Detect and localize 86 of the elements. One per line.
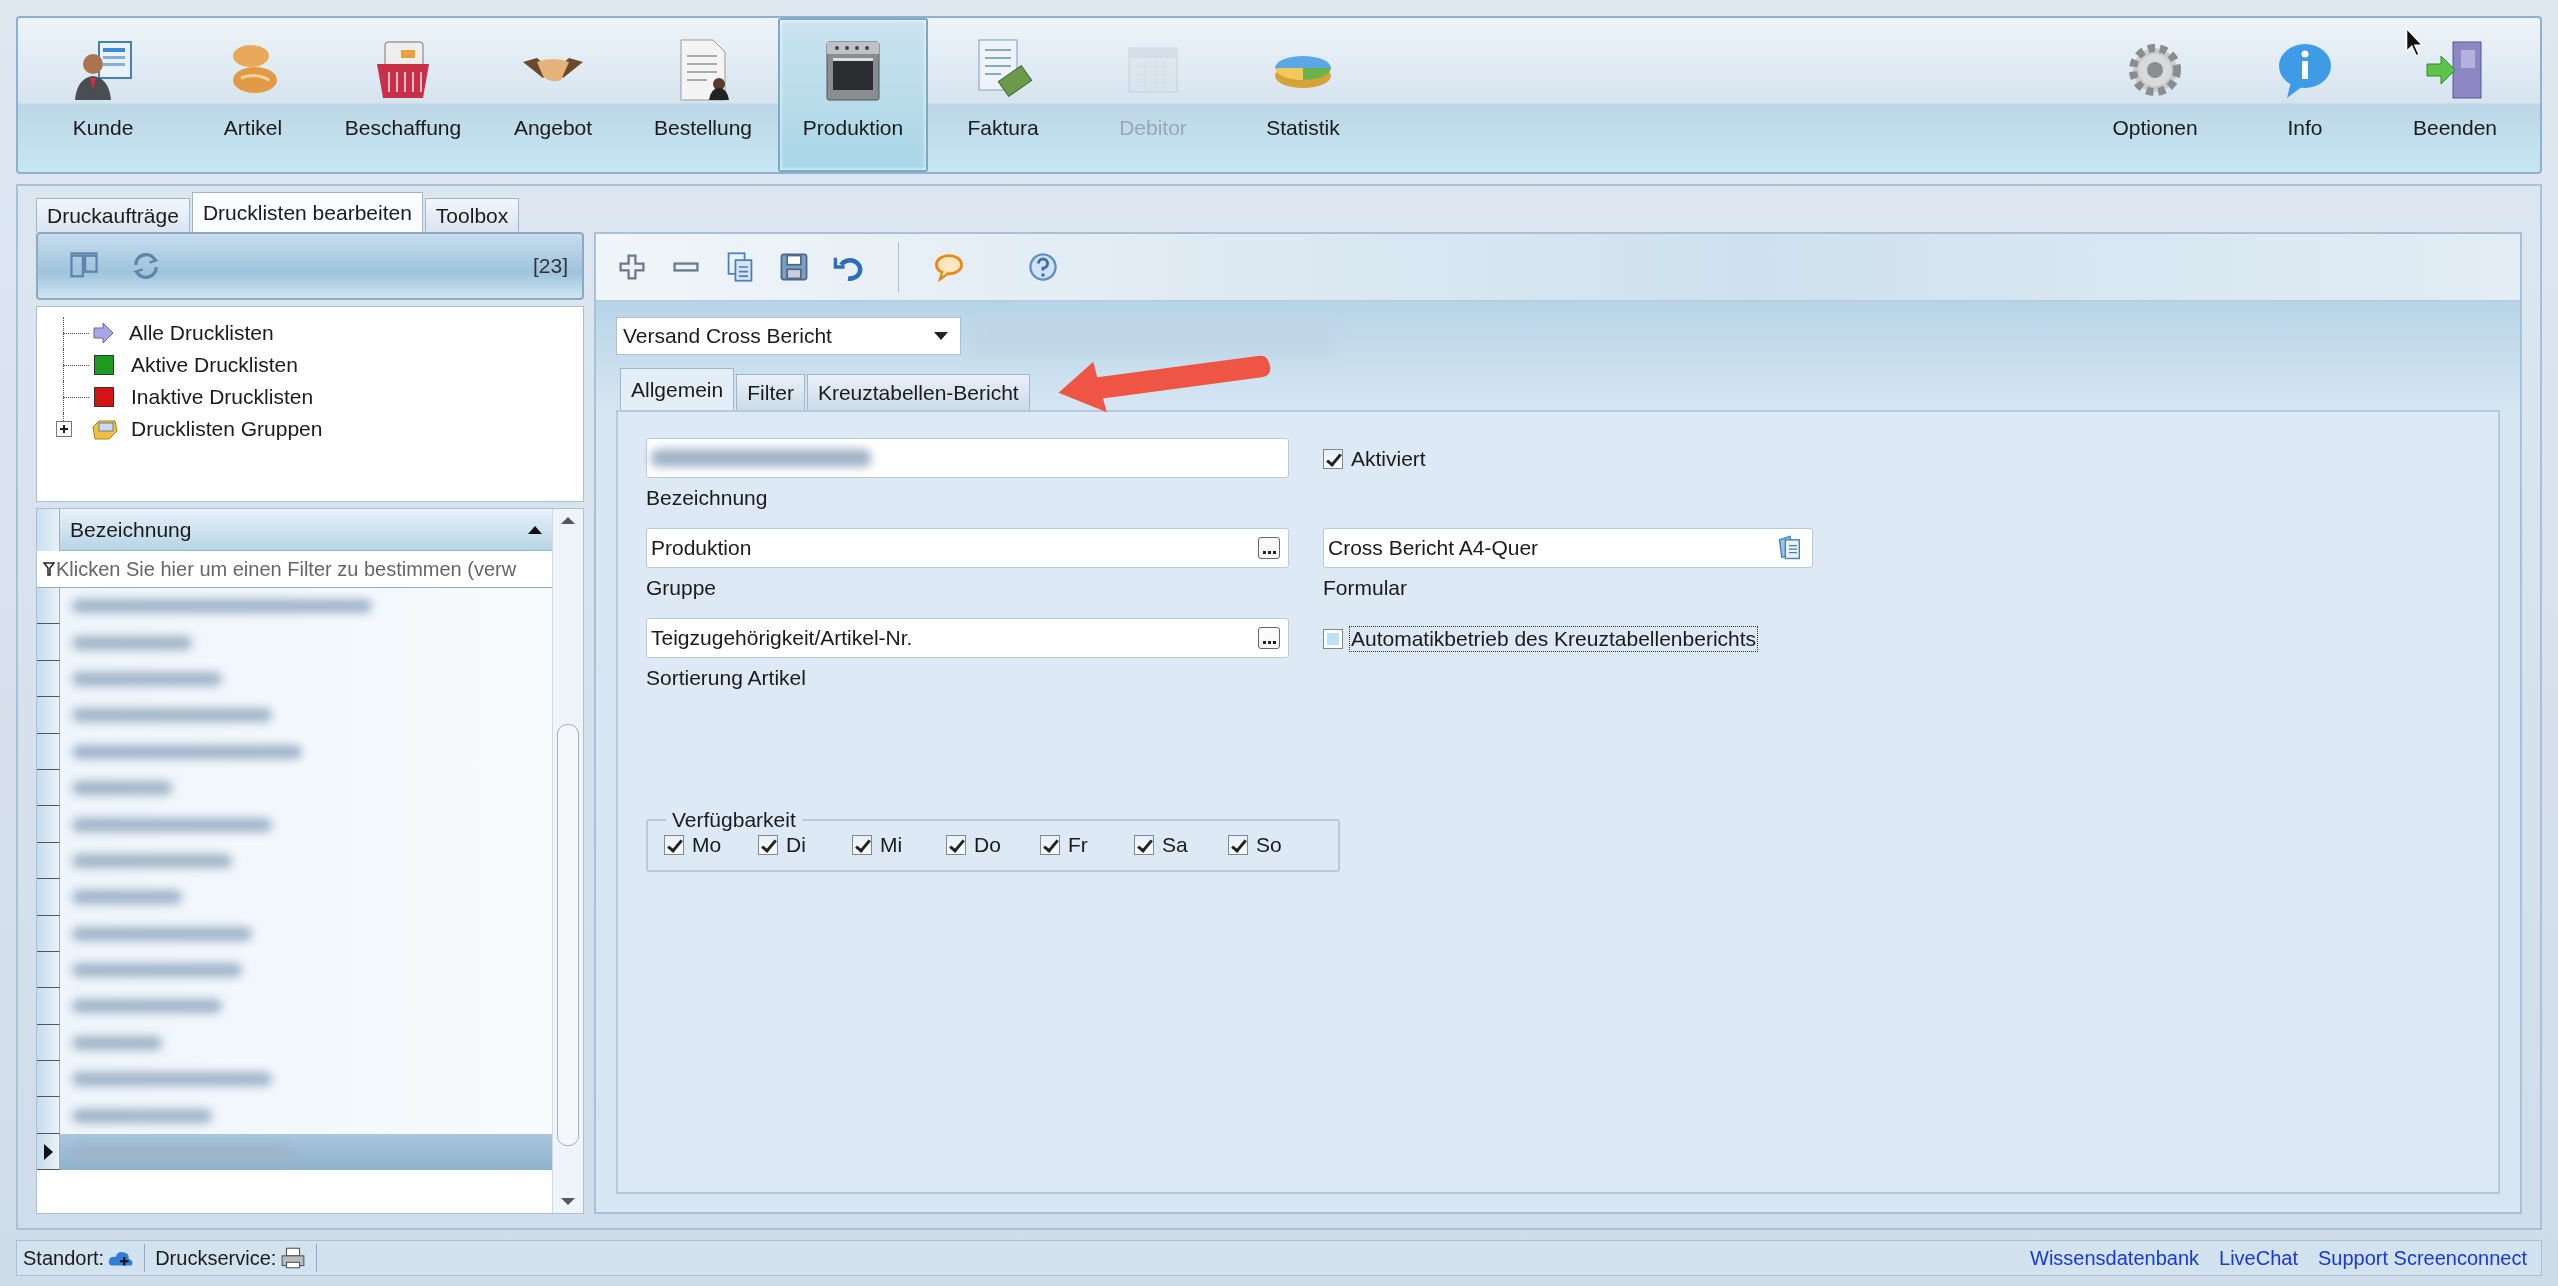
row-indicator[interactable]	[37, 660, 60, 698]
checkbox-label[interactable]: Mi	[878, 832, 905, 858]
checkbox[interactable]	[1323, 449, 1343, 469]
tree-item[interactable]: Aktive Drucklisten	[131, 353, 298, 377]
help-icon[interactable]	[1027, 251, 1059, 283]
ribbon-button[interactable]: Optionen	[2080, 18, 2230, 172]
status-link[interactable]: Wissensdatenbank	[2030, 1246, 2200, 1270]
row-indicator[interactable]	[37, 806, 60, 843]
ribbon-button[interactable]: Artikel	[178, 18, 328, 172]
ribbon-button[interactable]: Faktura	[928, 18, 1078, 172]
tab[interactable]: Kreuztabellen-Bericht	[806, 374, 1030, 410]
filter-icon[interactable]	[43, 562, 55, 576]
row-indicator[interactable]	[37, 1024, 60, 1062]
group-title: Verfügbarkeit	[671, 808, 797, 832]
checkbox-label[interactable]: Sa	[1160, 832, 1190, 858]
row-indicator[interactable]	[37, 988, 60, 1025]
name-field[interactable]	[646, 438, 1289, 478]
tree-item[interactable]: Inaktive Drucklisten	[131, 385, 314, 409]
row-indicator[interactable]	[37, 769, 60, 807]
checkbox[interactable]	[1323, 629, 1343, 649]
row-indicator[interactable]	[37, 879, 60, 916]
row-indicator[interactable]	[37, 1061, 60, 1098]
checkbox-label[interactable]: Di	[784, 832, 808, 858]
tree-item[interactable]: Drucklisten Gruppen	[131, 417, 323, 441]
status-link[interactable]: Support Screenconnect	[2317, 1246, 2527, 1270]
row-indicator[interactable]	[37, 624, 60, 661]
checkbox[interactable]	[1134, 835, 1154, 855]
add-icon[interactable]	[616, 251, 648, 283]
sorting-field[interactable]: Teigzugehörigkeit/Artikel-Nr.	[646, 618, 1289, 658]
tab[interactable]: Toolbox	[424, 198, 520, 232]
ribbon-button[interactable]: Produktion	[778, 18, 928, 172]
field-label: Formular	[1323, 576, 1408, 600]
tab[interactable]: Druckaufträge	[36, 198, 190, 232]
field-label: Sortierung Artikel	[646, 666, 807, 690]
caret-icon	[934, 332, 948, 340]
status-label: Druckservice:	[155, 1246, 277, 1270]
mouse-cursor-icon	[2404, 26, 2426, 58]
row-header-corner	[37, 509, 60, 551]
ribbon-button[interactable]: Kunde	[28, 18, 178, 172]
scrollbar[interactable]	[552, 509, 583, 1213]
checkbox[interactable]	[758, 835, 778, 855]
tab[interactable]: Filter	[736, 374, 805, 410]
ribbon-button[interactable]: Beenden	[2380, 18, 2530, 172]
row-indicator[interactable]	[37, 842, 60, 880]
checkbox[interactable]	[946, 835, 966, 855]
group-field[interactable]: Produktion	[646, 528, 1289, 568]
checkbox[interactable]	[852, 835, 872, 855]
status-label: Standort:	[23, 1246, 105, 1270]
tab[interactable]: Drucklisten bearbeiten	[191, 192, 423, 232]
ribbon-button[interactable]: Info	[2230, 18, 2380, 172]
row-indicator[interactable]	[37, 1097, 60, 1134]
tab[interactable]: Allgemein	[620, 368, 735, 410]
row-indicator[interactable]	[37, 1133, 60, 1171]
status-link[interactable]: LiveChat	[2219, 1246, 2298, 1270]
checkbox-label[interactable]: So	[1254, 832, 1284, 858]
form-template-field[interactable]: Cross Bericht A4-Quer	[1323, 528, 1813, 568]
field-label: Bezeichnung	[646, 486, 769, 510]
row-indicator[interactable]	[37, 915, 60, 952]
checkbox-label[interactable]: Aktiviert	[1349, 446, 1428, 472]
checkbox-label[interactable]: Mo	[690, 832, 724, 858]
checkbox[interactable]	[664, 835, 684, 855]
folder-stack-icon	[91, 417, 119, 441]
save-icon[interactable]	[778, 251, 810, 283]
checkbox[interactable]	[1040, 835, 1060, 855]
filter-row[interactable]: Klicken Sie hier um einen Filter zu bestimmen (verw	[56, 557, 517, 581]
printer-icon	[280, 1247, 307, 1269]
browse-button[interactable]	[1258, 627, 1280, 649]
checkbox-label[interactable]: Automatikbetrieb des Kreuztabellenberichts	[1349, 626, 1759, 652]
ribbon-button[interactable]: Statistik	[1228, 18, 1378, 172]
checkbox-label[interactable]: Do	[972, 832, 1003, 858]
row-indicator[interactable]	[37, 733, 60, 770]
row-indicator[interactable]	[37, 951, 60, 989]
record-count: [23]	[532, 254, 568, 278]
ribbon-button[interactable]: Bestellung	[628, 18, 778, 172]
tree-item[interactable]: Alle Drucklisten	[129, 321, 274, 345]
field-label: Gruppe	[646, 576, 718, 600]
ribbon-button[interactable]: Beschaffung	[328, 18, 478, 172]
column-header[interactable]: Bezeichnung	[60, 509, 552, 551]
browse-button[interactable]	[1258, 537, 1280, 559]
checkbox[interactable]	[1228, 835, 1248, 855]
row-indicator[interactable]	[37, 697, 60, 734]
row-indicator[interactable]	[37, 588, 60, 625]
expander-icon[interactable]	[56, 421, 72, 437]
report-dropdown[interactable]: Versand Cross Bericht	[616, 317, 961, 355]
ribbon-button[interactable]: Angebot	[478, 18, 628, 172]
checkbox-label[interactable]: Fr	[1066, 832, 1090, 858]
